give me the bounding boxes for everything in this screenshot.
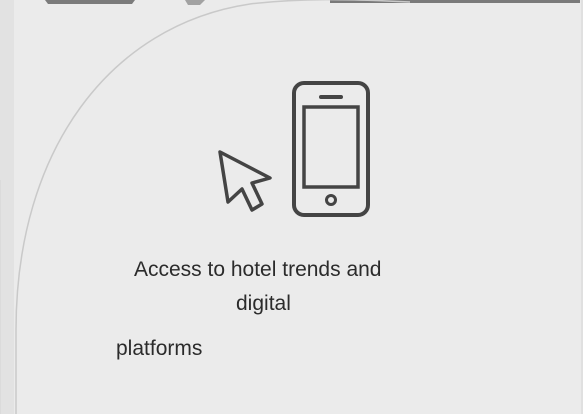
feature-caption-line1: Access to hotel trends and <box>134 258 382 281</box>
smartphone-icon <box>291 80 371 218</box>
feature-caption-line3: platforms <box>116 337 203 360</box>
cursor-arrow-icon <box>214 148 276 216</box>
feature-caption-line2: digital <box>236 292 291 315</box>
